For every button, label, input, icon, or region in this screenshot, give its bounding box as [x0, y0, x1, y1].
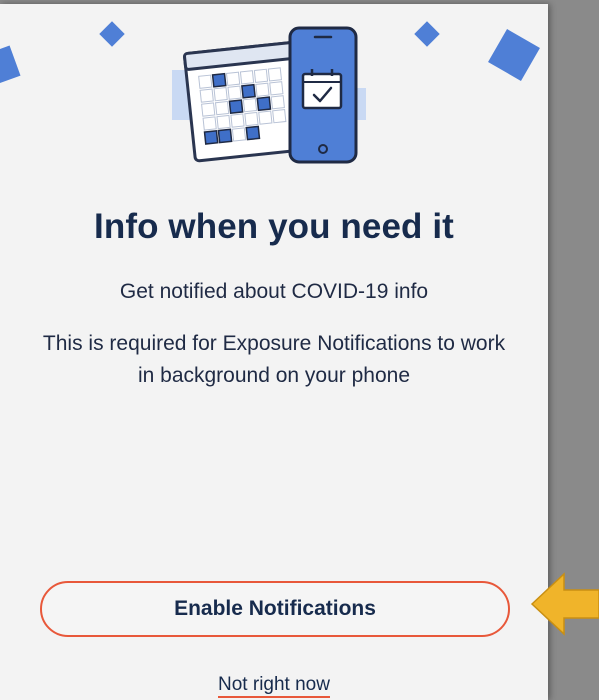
not-right-now-link[interactable]: Not right now	[218, 674, 330, 698]
confetti-diamond-icon	[488, 29, 540, 81]
pointer-arrow-icon	[530, 572, 599, 636]
enable-notifications-button[interactable]: Enable Notifications	[40, 581, 510, 637]
subtitle: Get notified about COVID-19 info	[119, 280, 429, 303]
not-right-now-link-container: Not right now	[0, 674, 548, 698]
confetti-diamond-icon	[414, 21, 440, 47]
description-text: This is required for Exposure Notificati…	[42, 332, 506, 387]
page-title: Info when you need it	[94, 207, 454, 246]
confetti-diamond-icon	[0, 45, 21, 87]
confetti-diamond-icon	[99, 21, 125, 47]
onboarding-screen: Info when you need it Get notified about…	[0, 4, 548, 700]
calendar-phone-illustration	[172, 26, 366, 164]
